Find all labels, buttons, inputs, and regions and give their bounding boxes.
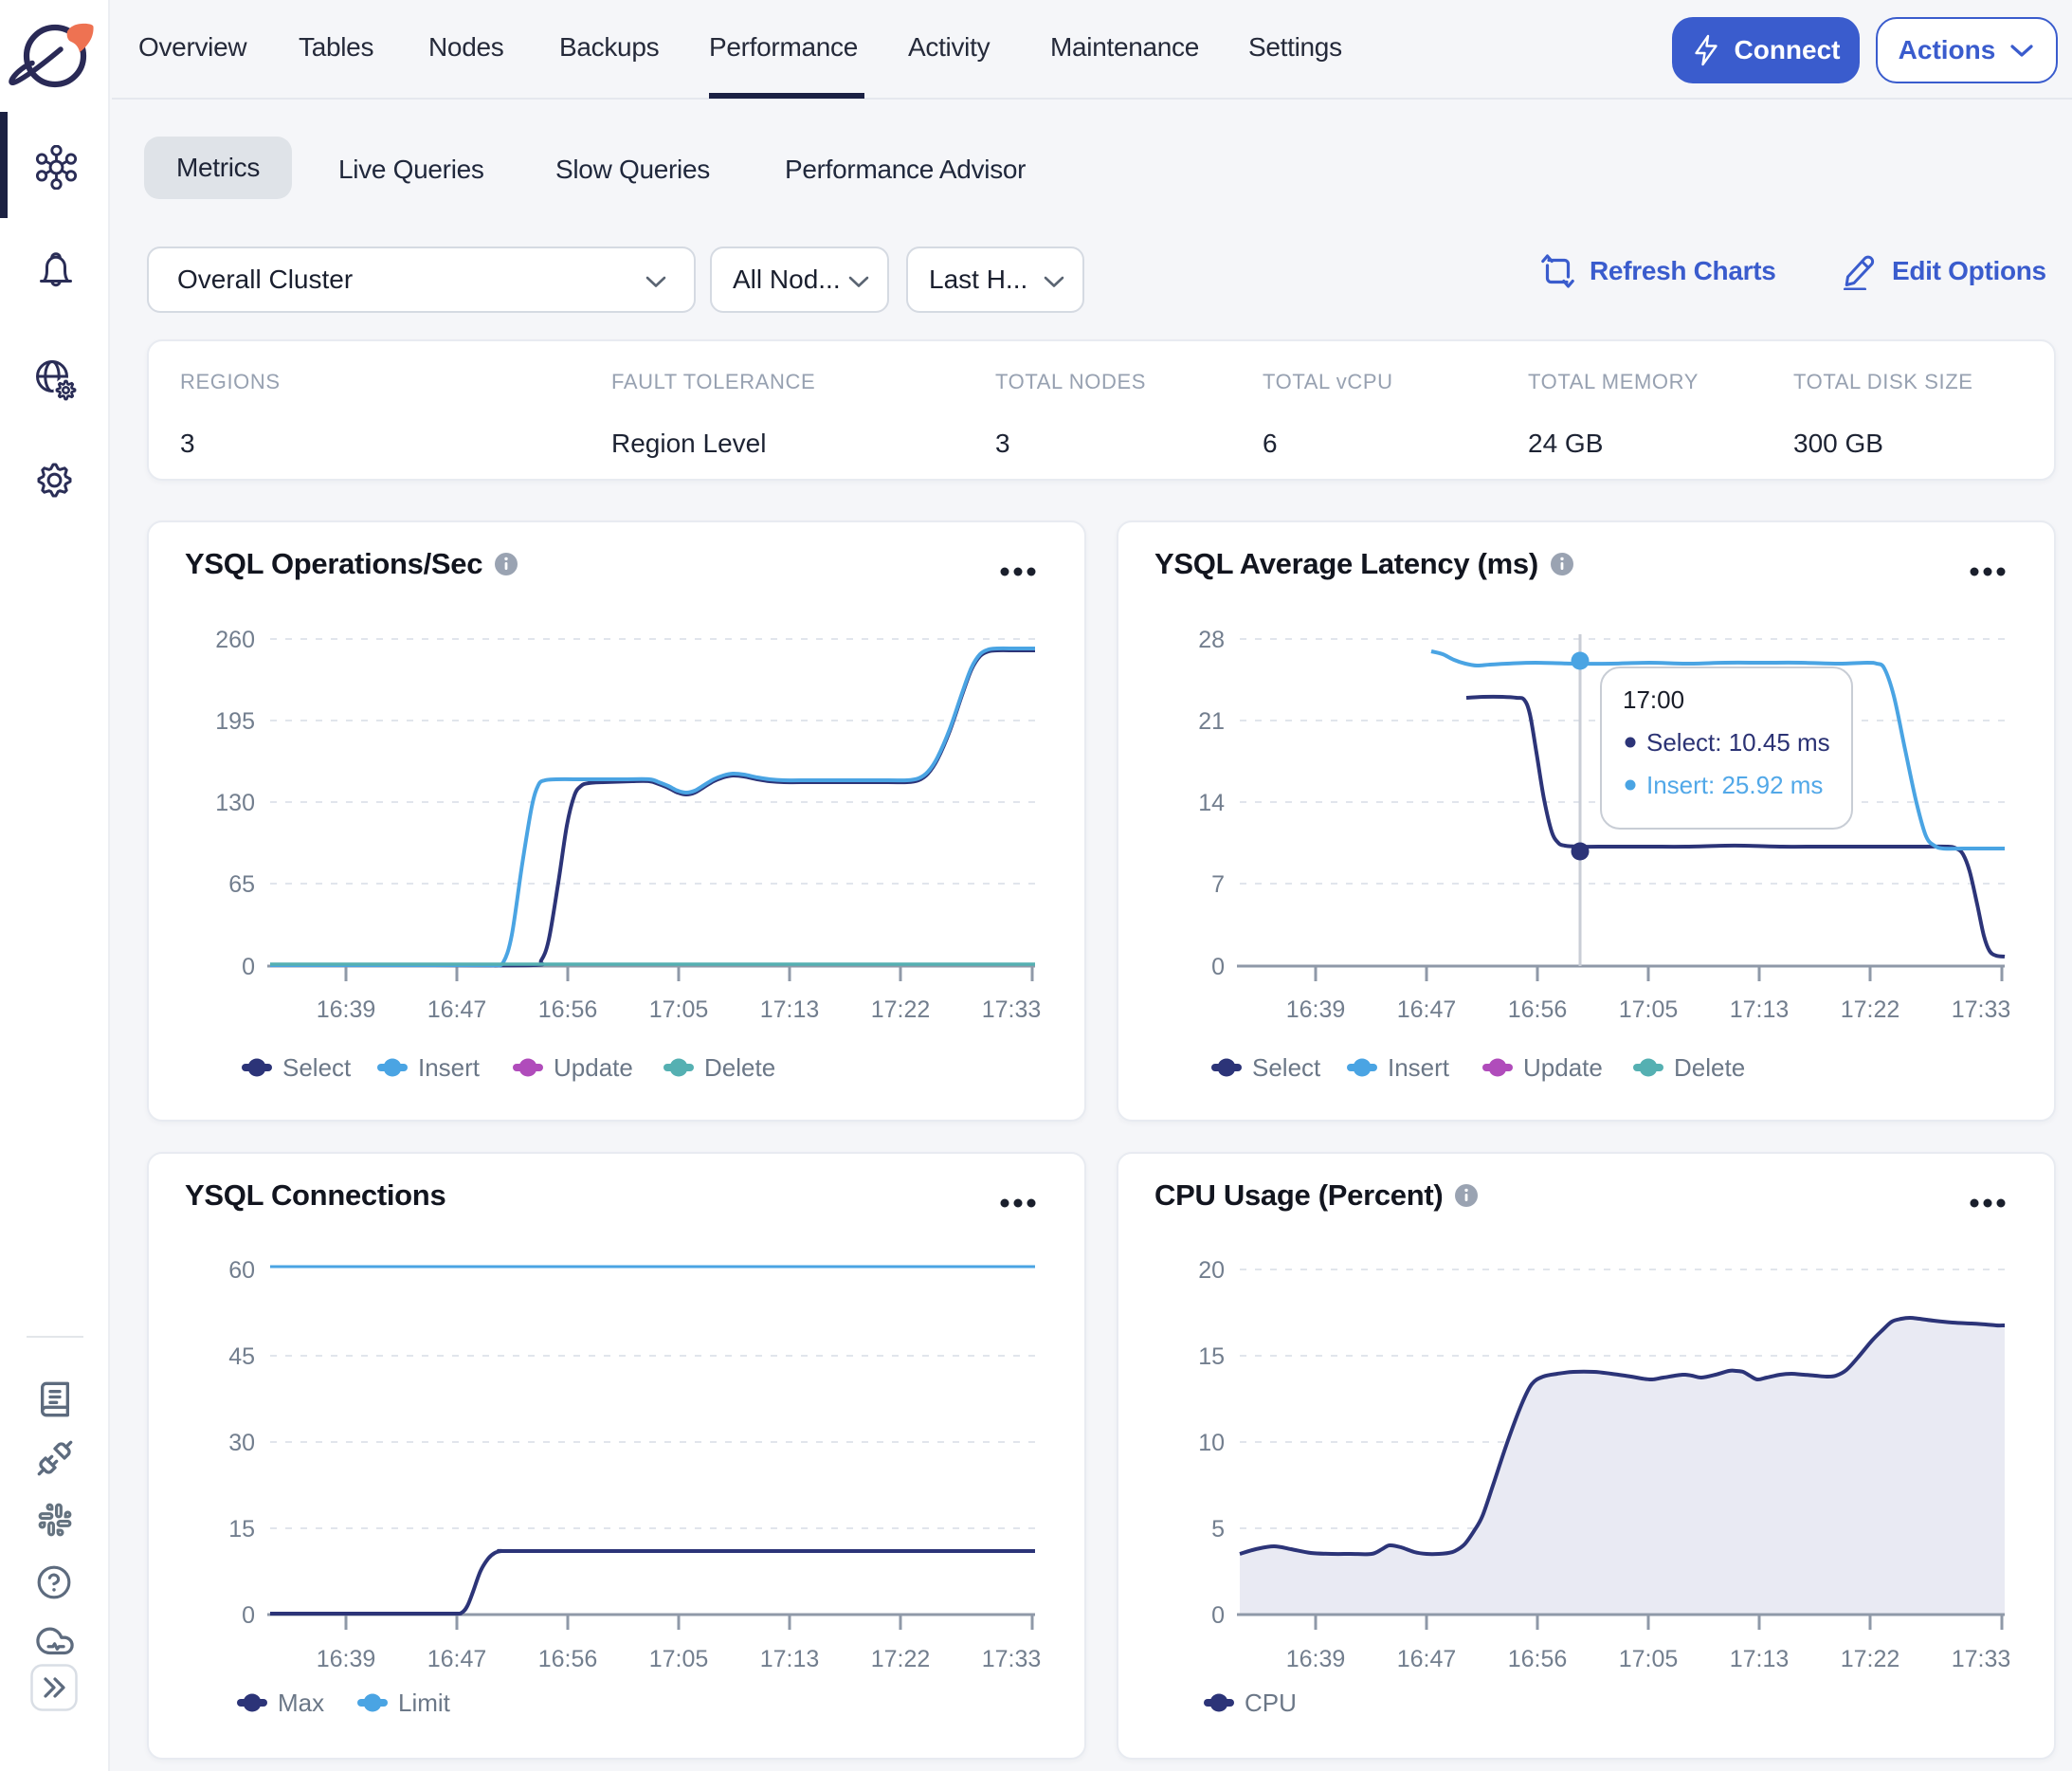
svg-text:16:56: 16:56	[538, 996, 598, 1023]
svg-text:17:33: 17:33	[982, 1646, 1042, 1672]
svg-text:16:47: 16:47	[1397, 996, 1457, 1023]
svg-text:30: 30	[228, 1430, 255, 1456]
svg-text:17:05: 17:05	[1619, 1646, 1679, 1672]
svg-text:65: 65	[228, 871, 255, 898]
svg-text:17:13: 17:13	[760, 996, 820, 1023]
svg-text:16:39: 16:39	[317, 1646, 376, 1672]
svg-text:15: 15	[1198, 1343, 1225, 1370]
svg-text:CPU: CPU	[1245, 1689, 1297, 1717]
svg-text:Limit: Limit	[398, 1689, 451, 1717]
svg-text:17:22: 17:22	[871, 996, 931, 1023]
svg-text:195: 195	[215, 708, 255, 735]
svg-text:Insert: 25.92 ms: Insert: 25.92 ms	[1646, 771, 1823, 799]
svg-text:21: 21	[1198, 708, 1225, 735]
svg-text:17:13: 17:13	[1730, 1646, 1790, 1672]
svg-text:17:13: 17:13	[1730, 996, 1790, 1023]
svg-text:5: 5	[1211, 1516, 1225, 1543]
svg-text:60: 60	[228, 1257, 255, 1284]
svg-text:16:39: 16:39	[317, 996, 376, 1023]
svg-text:10: 10	[1198, 1430, 1225, 1456]
svg-text:0: 0	[1211, 1602, 1225, 1629]
svg-text:45: 45	[228, 1343, 255, 1370]
svg-text:17:00: 17:00	[1623, 685, 1684, 714]
svg-text:15: 15	[228, 1516, 255, 1543]
svg-text:14: 14	[1198, 790, 1225, 816]
svg-text:Update: Update	[554, 1053, 633, 1082]
svg-text:17:33: 17:33	[1952, 996, 2011, 1023]
svg-text:Insert: Insert	[1388, 1053, 1450, 1082]
svg-text:16:39: 16:39	[1286, 996, 1346, 1023]
svg-text:17:13: 17:13	[760, 1646, 820, 1672]
svg-text:0: 0	[242, 954, 255, 980]
svg-text:7: 7	[1211, 871, 1225, 898]
svg-text:16:47: 16:47	[427, 1646, 487, 1672]
svg-text:Select: Select	[1252, 1053, 1321, 1082]
svg-text:17:33: 17:33	[1952, 1646, 2011, 1672]
svg-text:Select: 10.45 ms: Select: 10.45 ms	[1646, 728, 1830, 757]
svg-text:17:22: 17:22	[1841, 1646, 1900, 1672]
svg-text:16:39: 16:39	[1286, 1646, 1346, 1672]
svg-text:17:22: 17:22	[871, 1646, 931, 1672]
svg-text:0: 0	[242, 1602, 255, 1629]
svg-text:130: 130	[215, 790, 255, 816]
svg-text:17:05: 17:05	[649, 996, 709, 1023]
svg-text:Delete: Delete	[1674, 1053, 1745, 1082]
svg-text:Update: Update	[1523, 1053, 1603, 1082]
svg-text:Insert: Insert	[418, 1053, 481, 1082]
svg-text:16:56: 16:56	[538, 1646, 598, 1672]
svg-text:20: 20	[1198, 1257, 1225, 1284]
svg-text:Max: Max	[278, 1689, 324, 1717]
svg-text:260: 260	[215, 627, 255, 653]
svg-text:16:56: 16:56	[1508, 996, 1568, 1023]
svg-text:16:56: 16:56	[1508, 1646, 1568, 1672]
svg-text:0: 0	[1211, 954, 1225, 980]
svg-text:28: 28	[1198, 627, 1225, 653]
svg-text:16:47: 16:47	[427, 996, 487, 1023]
svg-text:17:22: 17:22	[1841, 996, 1900, 1023]
svg-text:16:47: 16:47	[1397, 1646, 1457, 1672]
svg-text:Delete: Delete	[704, 1053, 775, 1082]
svg-text:Select: Select	[282, 1053, 352, 1082]
svg-text:17:05: 17:05	[649, 1646, 709, 1672]
svg-text:17:33: 17:33	[982, 996, 1042, 1023]
svg-text:17:05: 17:05	[1619, 996, 1679, 1023]
